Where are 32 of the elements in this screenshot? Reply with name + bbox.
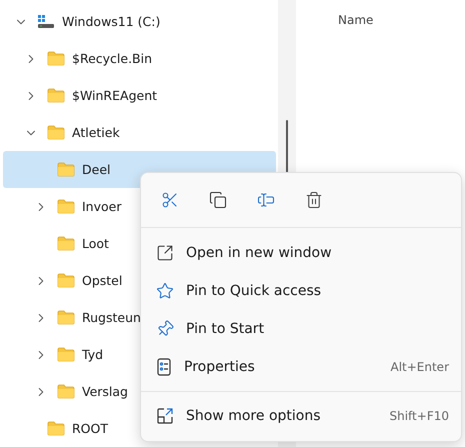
tree-item[interactable]: $WinREAgent bbox=[3, 77, 276, 114]
folder-icon bbox=[57, 310, 75, 325]
rename-icon bbox=[257, 191, 275, 209]
folder-icon bbox=[57, 199, 75, 214]
menu-item[interactable]: Pin to Start bbox=[141, 310, 461, 348]
folder-icon bbox=[57, 162, 75, 177]
folder-icon bbox=[57, 347, 75, 362]
tree-item[interactable]: Windows11 (C:) bbox=[3, 3, 276, 40]
shortcut-text: Alt+Enter bbox=[390, 360, 449, 374]
more-options-icon bbox=[156, 407, 174, 425]
menu-item[interactable]: Pin to Quick access bbox=[141, 272, 461, 310]
scrollbar-thumb[interactable] bbox=[286, 120, 288, 174]
shortcut-text: Shift+F10 bbox=[389, 409, 449, 423]
properties-icon bbox=[156, 358, 172, 376]
menu-item[interactable]: Open in new window bbox=[141, 234, 461, 272]
folder-icon bbox=[57, 236, 75, 251]
column-header[interactable]: Name bbox=[338, 13, 374, 27]
folder-icon bbox=[57, 384, 75, 399]
folder-icon bbox=[47, 421, 65, 436]
trash-icon bbox=[305, 191, 323, 209]
folder-icon bbox=[47, 51, 65, 66]
tree-item[interactable]: $Recycle.Bin bbox=[3, 40, 276, 77]
folder-icon bbox=[47, 125, 65, 140]
star-icon bbox=[156, 282, 174, 300]
folder-icon bbox=[57, 273, 75, 288]
open-window-icon bbox=[156, 244, 174, 262]
scissors-icon bbox=[161, 191, 179, 209]
copy-icon bbox=[209, 191, 227, 209]
tree-item[interactable]: Invoer bbox=[3, 188, 276, 225]
folder-icon bbox=[47, 88, 65, 103]
drive-icon bbox=[37, 14, 55, 29]
tree-item[interactable]: Atletiek bbox=[3, 114, 276, 151]
